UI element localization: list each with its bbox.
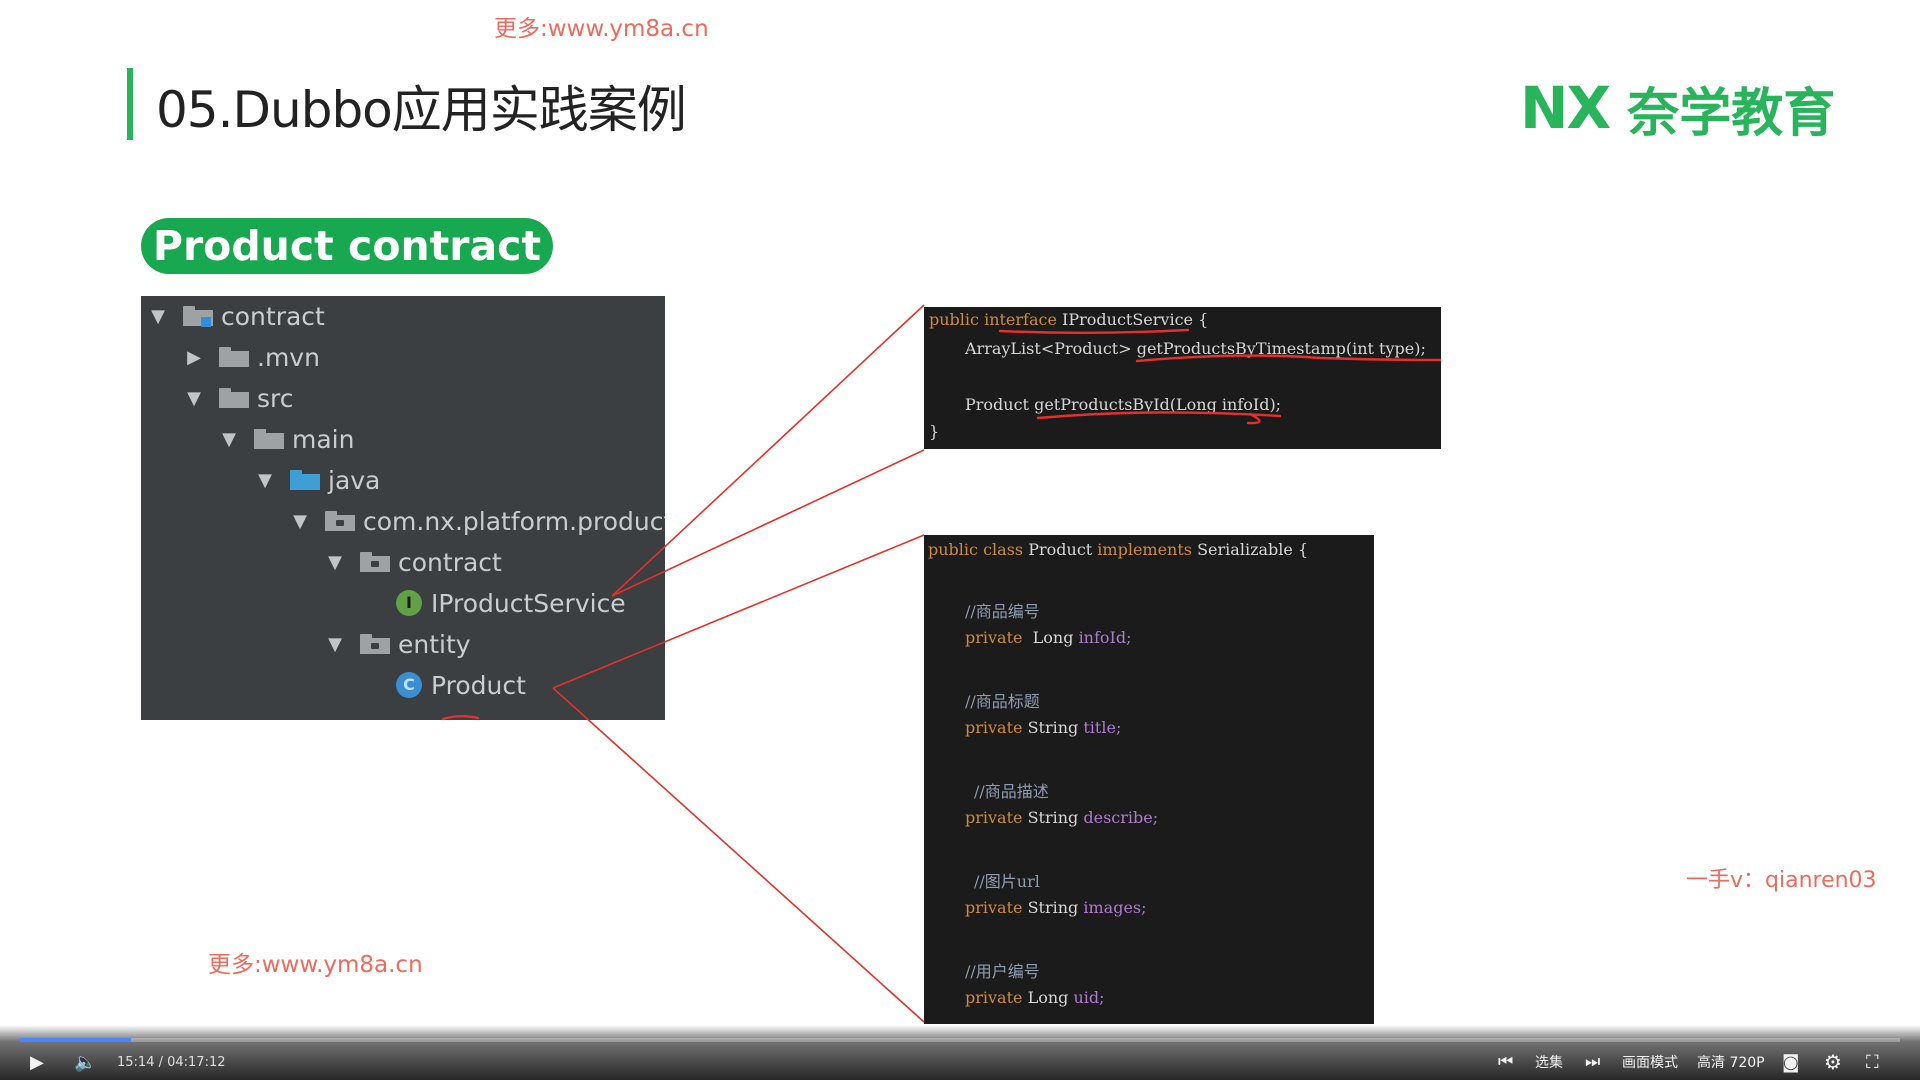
tree-item-contract-module[interactable]: ▼ contract <box>147 296 325 336</box>
time-display: 15:14 / 04:17:12 <box>117 1054 226 1070</box>
tree-item-label: .mvn <box>257 342 320 372</box>
watermark-right: 一手v：qianren03 <box>1686 868 1877 893</box>
tree-item-label: contract <box>221 301 325 331</box>
tree-item-label: java <box>328 465 381 495</box>
volume-icon[interactable]: 🔈 <box>74 1049 96 1075</box>
package-icon <box>325 511 355 531</box>
section-label-pill: Product contract <box>141 218 553 274</box>
expand-arrow-icon[interactable]: ▼ <box>324 634 346 655</box>
quality-button[interactable]: 高清 720P <box>1697 1049 1765 1075</box>
code-line-field: private Long uid; <box>965 988 1105 1007</box>
code-line-method-by-id: Product getProductsById(Long infoId); <box>965 395 1282 414</box>
code-comment: //商品标题 <box>965 692 1040 711</box>
video-player-controls: ▶ 🔈 15:14 / 04:17:12 ⏮ 选集 ⏭ 画面模式 高清 720P… <box>0 1025 1920 1080</box>
folder-icon <box>219 347 249 367</box>
collapse-arrow-icon[interactable]: ▶ <box>183 347 205 368</box>
folder-icon <box>219 388 249 408</box>
slide-title: 05.Dubbo应用实践案例 <box>156 81 687 139</box>
tree-item-label: main <box>292 424 355 454</box>
package-icon <box>360 634 390 654</box>
expand-arrow-icon[interactable]: ▼ <box>218 429 240 450</box>
tree-item-label: contract <box>398 547 502 577</box>
tree-item-contract-package[interactable]: ▼ contract <box>324 542 502 582</box>
title-accent-bar <box>127 68 133 140</box>
prev-icon[interactable]: ⏮ <box>1498 1049 1513 1075</box>
watermark-bottom: 更多:www.ym8a.cn <box>208 952 423 978</box>
code-comment: //商品编号 <box>965 602 1040 621</box>
tree-item-main[interactable]: ▼ main <box>218 419 354 459</box>
tree-item-label: Product <box>431 670 526 700</box>
tree-item-mvn[interactable]: ▶ .mvn <box>183 337 320 377</box>
interface-code-panel: public interface IProductService { Array… <box>924 307 1441 449</box>
tree-item-entity-package[interactable]: ▼ entity <box>324 624 471 664</box>
code-line-field: private String images; <box>965 898 1147 917</box>
camera-icon[interactable]: ◙ <box>1782 1049 1799 1075</box>
expand-arrow-icon[interactable]: ▼ <box>183 388 205 409</box>
brand-name: 奈学教育 <box>1627 83 1836 144</box>
expand-arrow-icon[interactable]: ▼ <box>324 552 346 573</box>
tree-item-label: src <box>257 383 294 413</box>
package-icon <box>360 552 390 572</box>
code-line-field: private String title; <box>965 718 1122 737</box>
brand-logo: NX 奈学教育 <box>1520 74 1835 144</box>
module-folder-icon <box>183 306 213 327</box>
tree-item-iproductservice[interactable]: ▼ I IProductService <box>360 583 626 623</box>
code-line-field: private String describe; <box>965 808 1159 827</box>
code-comment: //用户编号 <box>965 962 1040 981</box>
code-line-method-by-timestamp: ArrayList<Product> getProductsByTimestam… <box>965 339 1426 358</box>
tree-item-label: com.nx.platform.product <box>363 506 665 536</box>
folder-icon <box>254 429 284 449</box>
tree-item-label: entity <box>398 629 471 659</box>
expand-arrow-icon[interactable]: ▼ <box>147 306 169 327</box>
tree-item-package-root[interactable]: ▼ com.nx.platform.product <box>289 501 665 541</box>
progress-fill <box>20 1038 131 1042</box>
source-folder-icon <box>290 470 320 490</box>
gear-icon[interactable]: ⚙ <box>1824 1049 1842 1075</box>
expand-arrow-icon[interactable]: ▼ <box>254 470 276 491</box>
tree-item-java[interactable]: ▼ java <box>254 460 380 500</box>
progress-bar[interactable] <box>20 1038 1900 1042</box>
episodes-button[interactable]: 选集 <box>1535 1049 1563 1075</box>
fullscreen-icon[interactable]: ⛶ <box>1866 1049 1879 1075</box>
tree-item-product[interactable]: ▼ C Product <box>360 665 526 705</box>
picture-mode-button[interactable]: 画面模式 <box>1622 1049 1678 1075</box>
code-line-class-decl: public class Product implements Serializ… <box>928 540 1309 559</box>
code-comment: //商品描述 <box>974 782 1049 801</box>
class-icon: C <box>396 672 422 698</box>
code-comment: //图片url <box>974 872 1040 891</box>
tree-item-label: IProductService <box>431 588 626 618</box>
code-line-closing-brace: } <box>929 422 940 441</box>
play-icon[interactable]: ▶ <box>30 1049 44 1075</box>
project-tree-panel: ▼ contract ▶ .mvn ▼ src ▼ main ▼ java ▼ … <box>141 296 665 720</box>
connector-line <box>552 687 925 1023</box>
interface-icon: I <box>396 590 422 616</box>
watermark-top: 更多:www.ym8a.cn <box>494 16 709 42</box>
expand-arrow-icon[interactable]: ▼ <box>289 511 311 532</box>
code-line-field: private Long infoId; <box>965 628 1132 647</box>
next-icon[interactable]: ⏭ <box>1585 1049 1600 1075</box>
nx-logo-mark: NX <box>1520 74 1611 142</box>
tree-item-src[interactable]: ▼ src <box>183 378 294 418</box>
code-line-interface-decl: public interface IProductService { <box>929 310 1209 329</box>
class-code-panel: public class Product implements Serializ… <box>924 535 1374 1024</box>
